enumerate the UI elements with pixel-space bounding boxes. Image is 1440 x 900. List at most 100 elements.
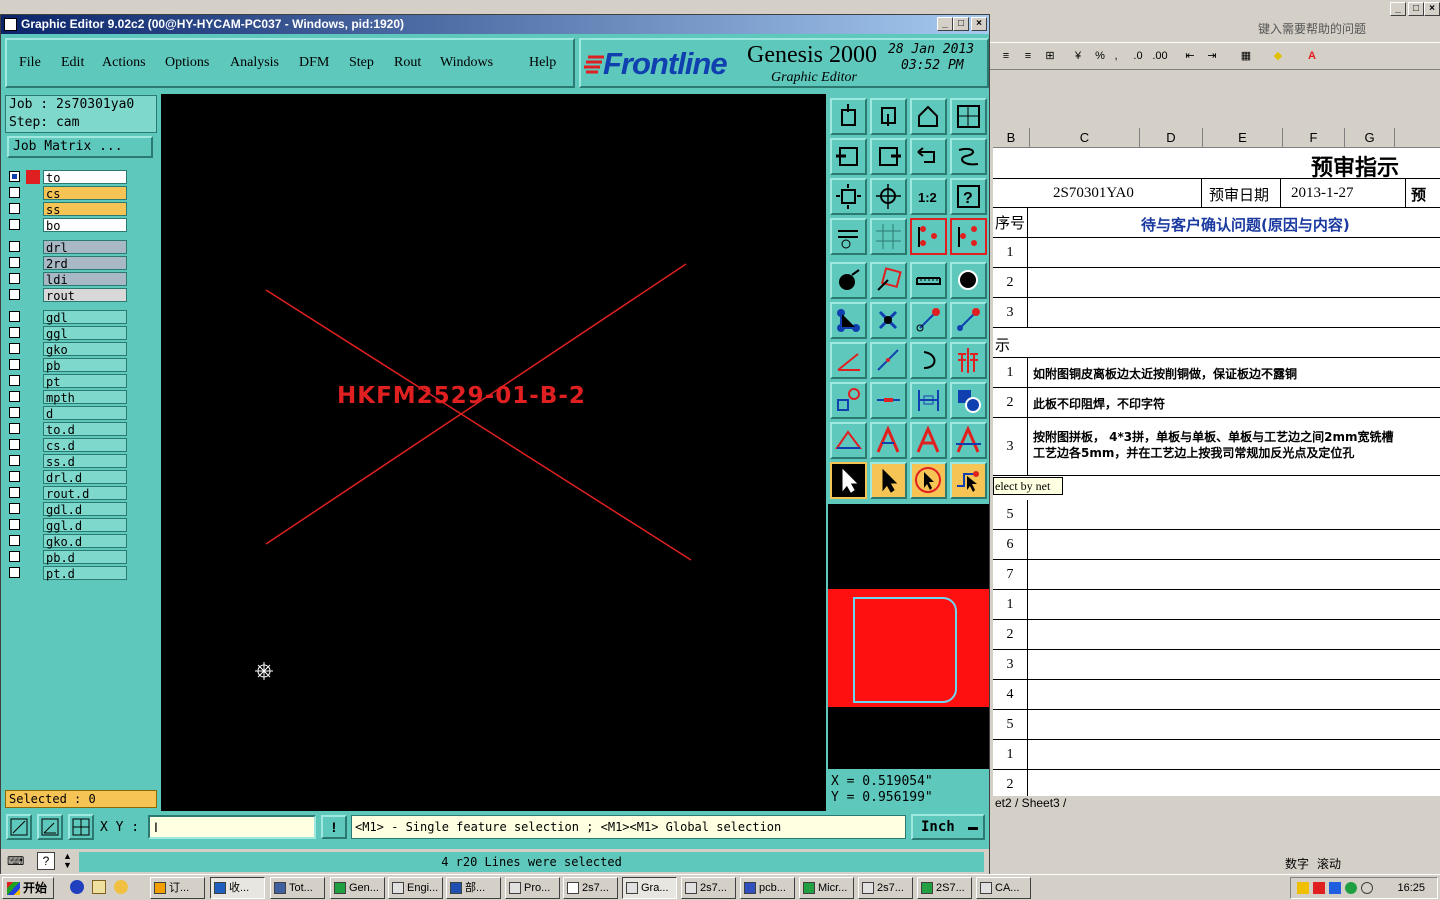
layer-name[interactable]: gdl.d bbox=[43, 502, 127, 517]
layer-name[interactable]: ggl.d bbox=[43, 518, 127, 533]
layer-checkbox[interactable] bbox=[9, 391, 20, 402]
layer-name[interactable]: 2rd bbox=[43, 256, 127, 271]
layer-checkbox[interactable] bbox=[9, 273, 20, 284]
layer-row-to[interactable]: to bbox=[6, 170, 130, 185]
column-header[interactable]: E bbox=[1203, 128, 1283, 148]
row-number[interactable]: 2 bbox=[993, 620, 1028, 649]
row-number[interactable]: 1 bbox=[993, 590, 1028, 619]
menu-dfm[interactable]: DFM bbox=[299, 55, 329, 71]
menu-edit[interactable]: Edit bbox=[61, 55, 84, 71]
layer-checkbox[interactable] bbox=[9, 567, 20, 578]
mirror-icon[interactable] bbox=[950, 342, 987, 379]
outdent-icon[interactable]: ⇤ bbox=[1180, 46, 1200, 66]
layer-name[interactable]: to bbox=[43, 170, 127, 185]
column-header[interactable]: G bbox=[1345, 128, 1395, 148]
fill-color-icon[interactable]: ◆ bbox=[1268, 46, 1288, 66]
save-layer-icon[interactable] bbox=[870, 98, 907, 135]
layer-name[interactable]: gko bbox=[43, 342, 127, 357]
instruction-text-line2[interactable]: 工艺边各5mm，并在工艺边上按我司常规加反光点及定位孔 bbox=[1033, 444, 1354, 461]
tray-icon[interactable] bbox=[1361, 882, 1373, 894]
genesis-titlebar[interactable]: Graphic Editor 9.02c2 (00@HY-HYCAM-PC037… bbox=[1, 15, 989, 34]
layer-name[interactable]: drl bbox=[43, 240, 127, 255]
job-matrix-button[interactable]: Job Matrix ... bbox=[7, 136, 153, 158]
snap-pad-alt-icon[interactable] bbox=[950, 218, 987, 255]
layer-name[interactable]: ss bbox=[43, 202, 127, 217]
layer-checkbox[interactable] bbox=[9, 503, 20, 514]
undo-icon[interactable] bbox=[910, 138, 947, 175]
layer-name[interactable]: ss.d bbox=[43, 454, 127, 469]
layer-name[interactable]: rout.d bbox=[43, 486, 127, 501]
app-quicklaunch-icon[interactable] bbox=[114, 880, 128, 894]
layer-name[interactable]: cs bbox=[43, 186, 127, 201]
comma-button[interactable]: , bbox=[1106, 46, 1126, 66]
spin-arrows-icon[interactable]: ▲ ▼ bbox=[63, 852, 72, 870]
row-number[interactable]: 1 bbox=[993, 740, 1028, 769]
layer-checkbox[interactable] bbox=[9, 289, 20, 300]
instruction-text[interactable]: 如附图铜皮离板边太近按削铜做，保证板边不露铜 bbox=[1033, 365, 1297, 382]
layer-row-ss-d[interactable]: ss.d bbox=[6, 454, 130, 469]
layer-name[interactable]: pb bbox=[43, 358, 127, 373]
load-layer-icon[interactable] bbox=[830, 98, 867, 135]
taskbar-button[interactable]: 2s7... bbox=[858, 877, 913, 899]
exclamation-button[interactable]: ! bbox=[321, 815, 347, 839]
layer-row-gko[interactable]: gko bbox=[6, 342, 130, 357]
pad-icon[interactable] bbox=[950, 262, 987, 299]
layer-name[interactable]: bo bbox=[43, 218, 127, 233]
layer-checkbox[interactable] bbox=[9, 519, 20, 530]
layer-checkbox[interactable] bbox=[9, 439, 20, 450]
snap-pad-icon[interactable] bbox=[910, 218, 947, 255]
taskbar-button[interactable]: Tot... bbox=[270, 877, 325, 899]
select-arc-icon[interactable] bbox=[910, 462, 947, 499]
board-label-text[interactable]: HKFM2529-01-B-2 bbox=[337, 383, 586, 409]
layer-name[interactable]: cs.d bbox=[43, 438, 127, 453]
tray-icon[interactable] bbox=[1313, 882, 1325, 894]
align-left-icon[interactable]: ≡ bbox=[996, 46, 1016, 66]
layer-row-gko-d[interactable]: gko.d bbox=[6, 534, 130, 549]
layer-name[interactable]: ggl bbox=[43, 326, 127, 341]
row-number[interactable]: 2 bbox=[993, 770, 1028, 796]
move-icon[interactable] bbox=[910, 302, 947, 339]
menu-help[interactable]: Help bbox=[529, 55, 556, 71]
layer-row-cs-d[interactable]: cs.d bbox=[6, 438, 130, 453]
align-center-icon[interactable]: ≡ bbox=[1018, 46, 1038, 66]
tray-icon[interactable] bbox=[1297, 882, 1309, 894]
taskbar-button[interactable]: Gra... bbox=[622, 877, 677, 899]
select-net-icon[interactable] bbox=[950, 462, 987, 499]
seq-header-cell[interactable]: 序号 bbox=[993, 208, 1028, 237]
column-header[interactable]: B bbox=[993, 128, 1030, 148]
layer-checkbox[interactable] bbox=[9, 171, 20, 182]
layer-checkbox[interactable] bbox=[9, 219, 20, 230]
options-icon[interactable] bbox=[830, 218, 867, 255]
layer-checkbox[interactable] bbox=[9, 359, 20, 370]
trailing-cell[interactable]: 预 bbox=[1411, 184, 1426, 205]
date-label-cell[interactable]: 预审日期 bbox=[1209, 184, 1269, 205]
row-number[interactable]: 3 bbox=[993, 418, 1028, 475]
row-number[interactable]: 1 bbox=[993, 358, 1028, 387]
select-feature-icon[interactable] bbox=[870, 462, 907, 499]
layer-checkbox[interactable] bbox=[9, 375, 20, 386]
layer-row-rout[interactable]: rout bbox=[6, 288, 130, 303]
menu-windows[interactable]: Windows bbox=[440, 55, 493, 71]
layer-row-ggl[interactable]: ggl bbox=[6, 326, 130, 341]
ie-quicklaunch-icon[interactable] bbox=[70, 880, 84, 894]
cut-line-icon[interactable] bbox=[870, 382, 907, 419]
layer-row-pb-d[interactable]: pb.d bbox=[6, 550, 130, 565]
font-color-icon[interactable]: A bbox=[1302, 46, 1322, 66]
layer-checkbox[interactable] bbox=[9, 327, 20, 338]
layer-checkbox[interactable] bbox=[9, 407, 20, 418]
start-button[interactable]: 开始 bbox=[2, 877, 54, 899]
excel-help-box[interactable]: 键入需要帮助的问题 bbox=[1258, 20, 1438, 38]
break-icon[interactable] bbox=[830, 382, 867, 419]
question-header-cell[interactable]: 待与客户确认问题(原因与内容) bbox=[1141, 214, 1350, 235]
layer-name[interactable]: pb.d bbox=[43, 550, 127, 565]
row-number[interactable]: 2 bbox=[993, 268, 1028, 297]
arrow-left-icon[interactable] bbox=[830, 138, 867, 175]
tray-icon[interactable] bbox=[1345, 882, 1357, 894]
taskbar-button[interactable]: pcb... bbox=[740, 877, 795, 899]
layer-checkbox[interactable] bbox=[9, 311, 20, 322]
help-question-icon[interactable]: ? bbox=[37, 852, 55, 870]
layer-row-bo[interactable]: bo bbox=[6, 218, 130, 233]
help-icon[interactable]: ? bbox=[950, 178, 987, 215]
layer-row-mpth[interactable]: mpth bbox=[6, 390, 130, 405]
zoom-fit-icon[interactable] bbox=[830, 178, 867, 215]
